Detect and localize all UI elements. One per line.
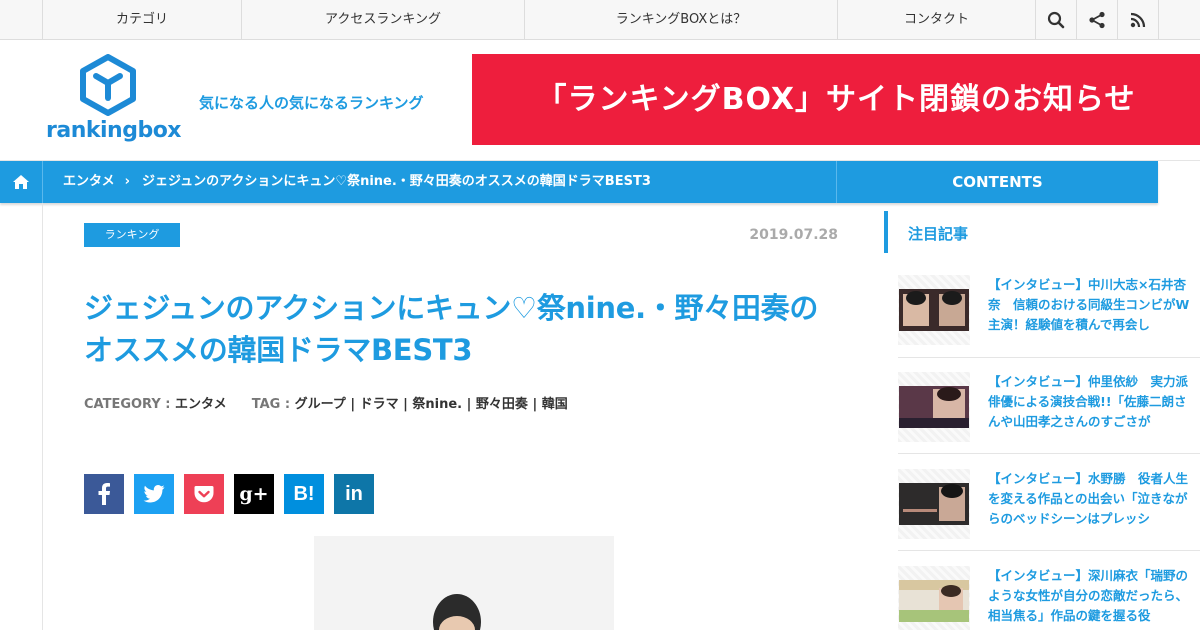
site-header: rankingbox 気になる人の気になるランキング 「ランキングBOX」サイト… [0, 40, 1200, 161]
logo-text: rankingbox [46, 118, 182, 143]
article: ランキング 2019.07.28 ジェジュンのアクションにキュン♡祭nine.・… [43, 203, 863, 630]
thumbnail-image-icon [899, 289, 969, 331]
home-icon [13, 175, 29, 189]
site-tagline: 気になる人の気になるランキング [199, 94, 424, 112]
twitter-icon [143, 485, 165, 503]
search-button[interactable] [1035, 0, 1076, 40]
sidebar-item-title[interactable]: 【インタビュー】深川麻衣「瑞野のような女性が自分の恋敵だったら、相当焦る」作品の… [988, 566, 1198, 630]
googleplus-share-button[interactable]: g+ [234, 474, 274, 514]
chevron-right-icon: › [124, 174, 130, 189]
category-link[interactable]: エンタメ [175, 397, 227, 412]
googleplus-icon: g+ [239, 483, 269, 505]
linkedin-share-button[interactable]: in [334, 474, 374, 514]
sidebar-heading-text: 注目記事 [908, 225, 969, 243]
linkedin-icon: in [345, 482, 363, 505]
nav-divider [1158, 0, 1159, 40]
hatena-icon: B! [293, 482, 315, 505]
article-title: ジェジュンのアクションにキュン♡祭nine.・野々田奏のオススメの韓国ドラマBE… [84, 291, 819, 367]
thumbnail-image-icon [899, 483, 969, 525]
pocket-icon [194, 486, 214, 503]
sidebar-thumbnail [898, 372, 970, 442]
hatena-bookmark-button[interactable]: B! [284, 474, 324, 514]
person-photo-icon [314, 536, 614, 630]
sidebar-item-title[interactable]: 【インタビュー】中川大志×石井杏奈 信頼のおける同級生コンビがW主演！経験値を積… [988, 275, 1198, 341]
breadcrumb-bar: エンタメ › ジェジュンのアクションにキュン♡祭nine.・野々田奏のオススメの韓国… [0, 161, 1158, 203]
breadcrumb-current: ジェジュンのアクションにキュン♡祭nine.・野々田奏のオススメの韓国ドラマBE… [141, 174, 651, 189]
article-meta: CATEGORY : エンタメ TAG : グループ | ドラマ | 祭nine… [84, 393, 568, 412]
breadcrumb-category[interactable]: エンタメ [63, 174, 115, 189]
sidebar-thumbnail [898, 566, 970, 630]
nav-access-ranking[interactable]: アクセスランキング [241, 0, 524, 40]
nav-about[interactable]: ランキングBOXとは？ [524, 0, 837, 40]
share-button[interactable] [1076, 0, 1117, 40]
sidebar-thumbnail [898, 469, 970, 539]
sidebar-heading: 注目記事 [884, 211, 1200, 253]
sidebar-item-title[interactable]: 【インタビュー】仲里依紗 実力派俳優による演技合戦!!「佐藤二朗さんや山田孝之さ… [988, 372, 1198, 438]
rss-icon [1130, 12, 1146, 28]
category-badge[interactable]: ランキング [84, 223, 180, 247]
rss-button[interactable] [1117, 0, 1158, 40]
tag-label: TAG : [251, 397, 291, 412]
box-logo-icon [80, 54, 136, 116]
sidebar-item[interactable]: 【インタビュー】水野勝 役者人生を変える作品との出会い「泣きながらのベッドシーン… [898, 469, 1200, 549]
nav-contact[interactable]: コンタクト [837, 0, 1035, 40]
sidebar-thumbnail [898, 275, 970, 345]
sidebar-item-title[interactable]: 【インタビュー】水野勝 役者人生を変える作品との出会い「泣きながらのベッドシーン… [988, 469, 1198, 535]
thumbnail-image-icon [899, 580, 969, 622]
facebook-share-button[interactable] [84, 474, 124, 514]
twitter-share-button[interactable] [134, 474, 174, 514]
contents-tab[interactable]: CONTENTS [836, 161, 1158, 203]
site-logo[interactable]: rankingbox [46, 54, 182, 146]
divider [898, 357, 1200, 358]
facebook-icon [98, 483, 110, 505]
thumbnail-image-icon [899, 386, 969, 428]
category-label: CATEGORY : [84, 397, 171, 412]
sidebar-item[interactable]: 【インタビュー】仲里依紗 実力派俳優による演技合戦!!「佐藤二朗さんや山田孝之さ… [898, 372, 1200, 452]
divider [898, 550, 1200, 551]
tag-links[interactable]: グループ | ドラマ | 祭nine. | 野々田奏 | 韓国 [295, 397, 568, 412]
search-icon [1047, 11, 1065, 29]
share-icon [1089, 11, 1105, 29]
home-button[interactable] [0, 161, 43, 203]
sidebar: 注目記事 【インタビュー】中川大志×石井杏奈 信頼のおける同級生コンビがW主演！… [884, 211, 1200, 630]
divider [898, 453, 1200, 454]
pocket-share-button[interactable] [184, 474, 224, 514]
nav-category[interactable]: カテゴリ [42, 0, 241, 40]
article-hero-image [314, 536, 614, 630]
article-date: 2019.07.28 [749, 227, 838, 243]
top-nav: カテゴリ アクセスランキング ランキングBOXとは？ コンタクト [0, 0, 1200, 40]
closure-notice-banner[interactable]: 「ランキングBOX」サイト閉鎖のお知らせ [472, 54, 1200, 145]
breadcrumb: エンタメ › ジェジュンのアクションにキュン♡祭nine.・野々田奏のオススメの韓国… [63, 161, 651, 203]
sidebar-item[interactable]: 【インタビュー】深川麻衣「瑞野のような女性が自分の恋敵だったら、相当焦る」作品の… [898, 566, 1200, 630]
sidebar-item[interactable]: 【インタビュー】中川大志×石井杏奈 信頼のおける同級生コンビがW主演！経験値を積… [898, 275, 1200, 355]
